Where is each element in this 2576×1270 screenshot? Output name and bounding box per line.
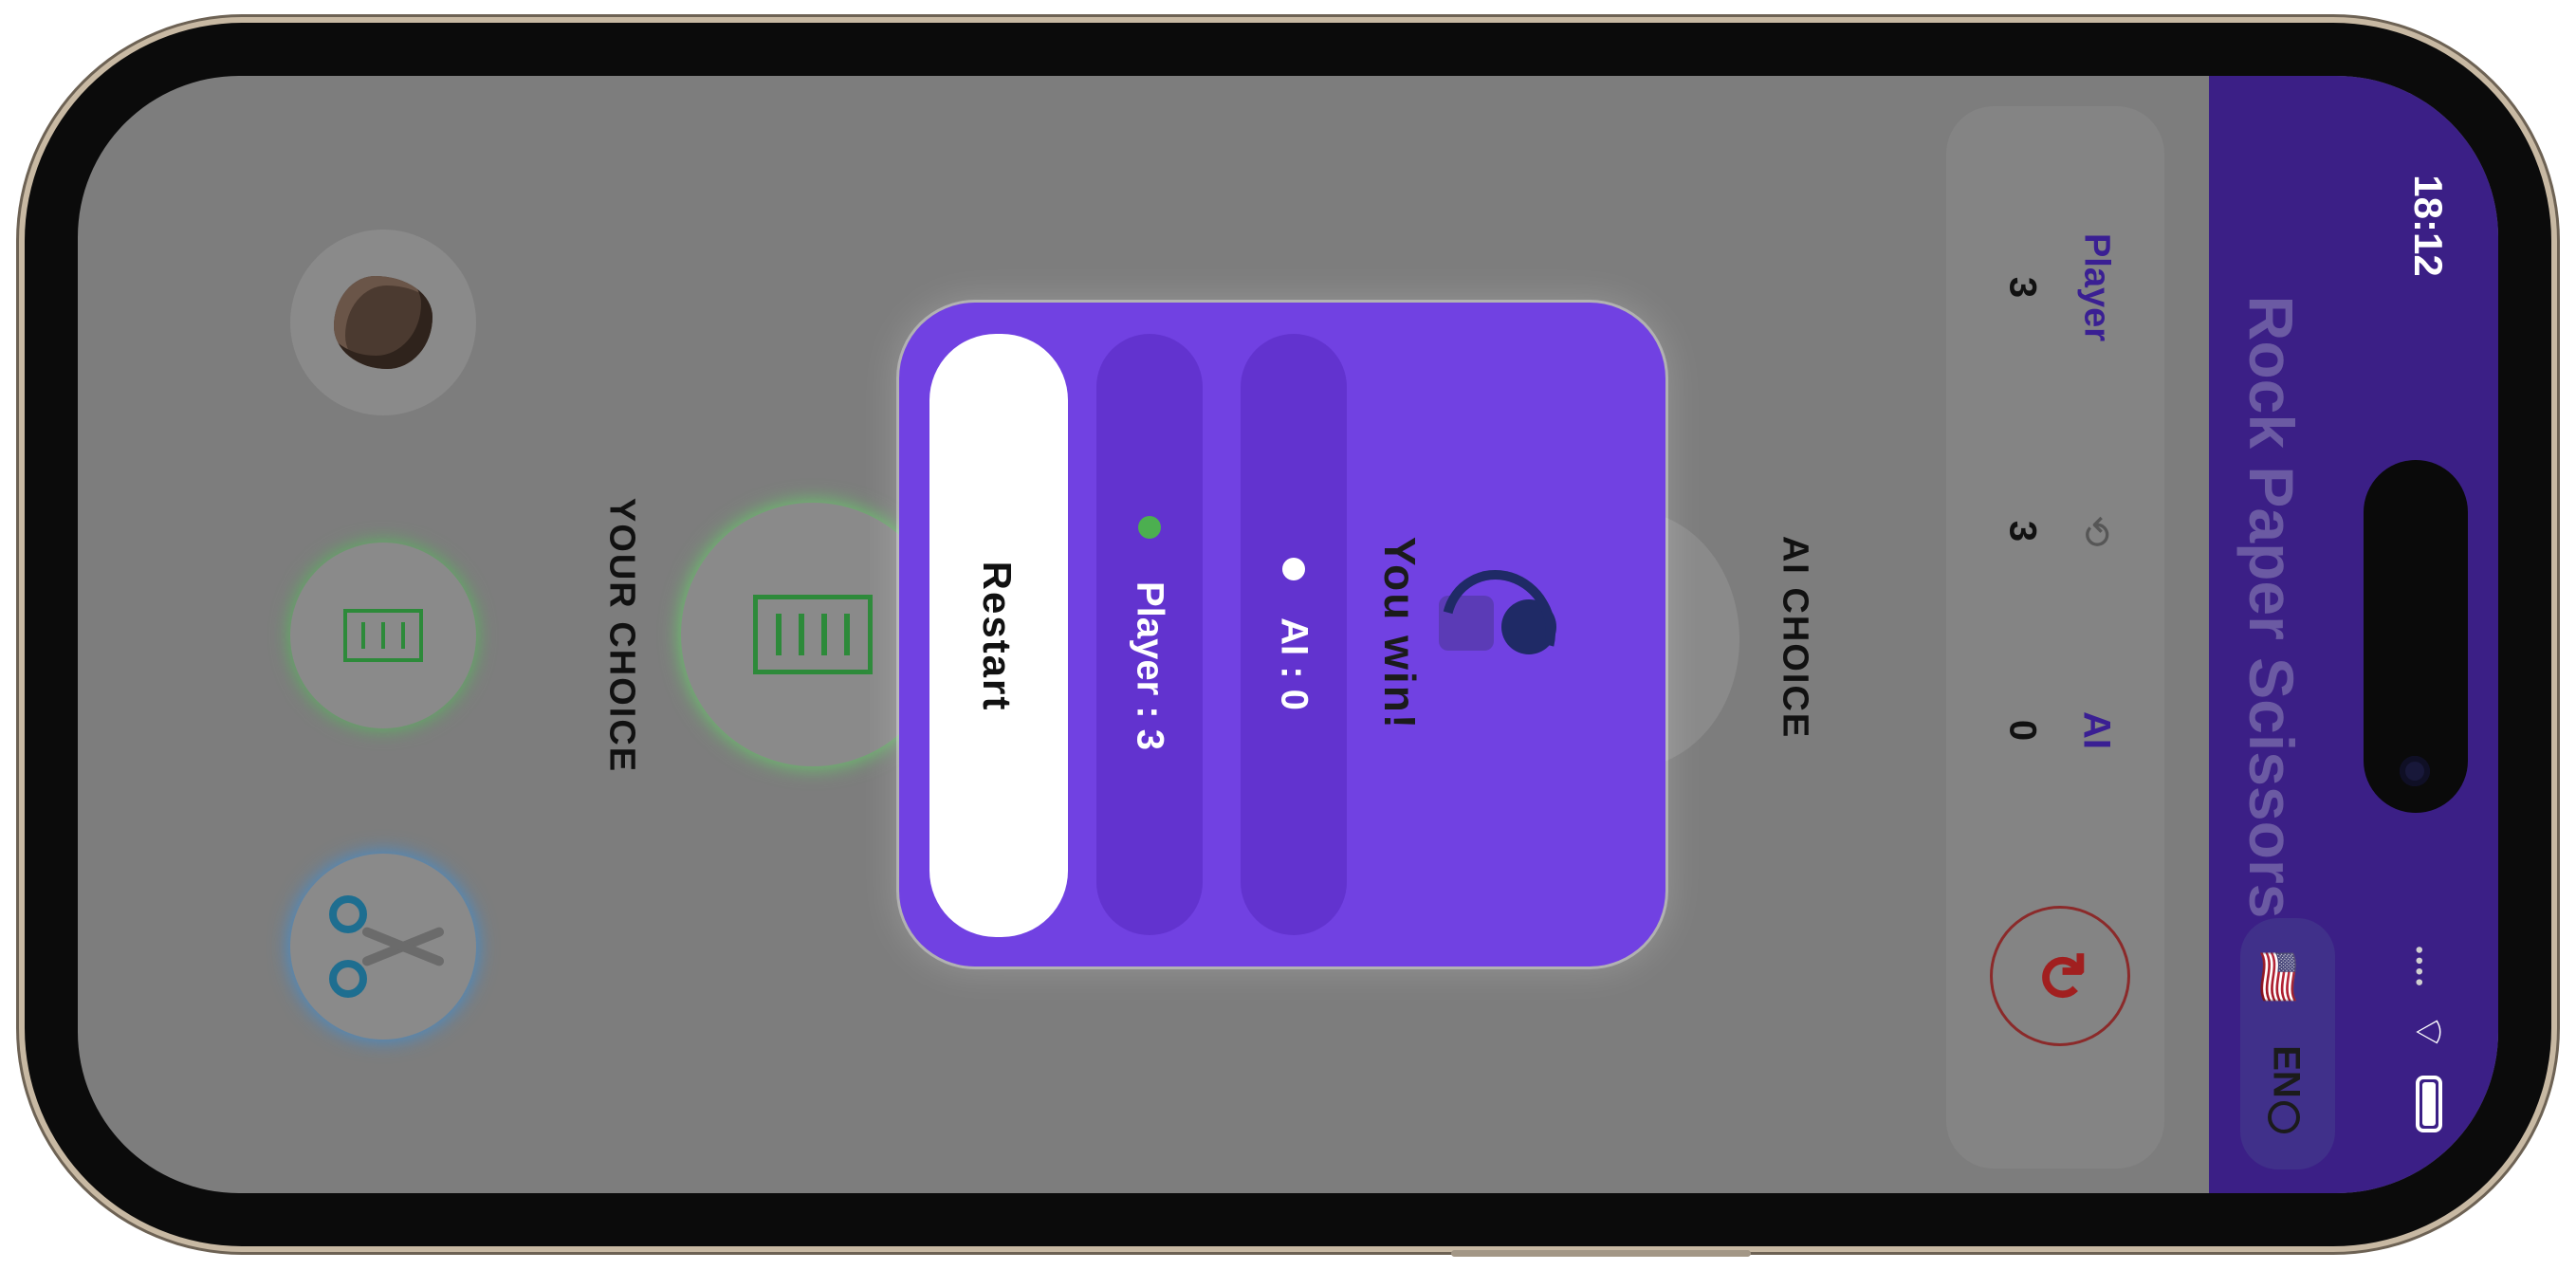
trophy-person-icon	[1420, 548, 1577, 709]
ai-result-text: AI : 0	[1273, 617, 1316, 710]
scissors-button[interactable]	[290, 854, 476, 1040]
result-title: You win!	[1375, 536, 1425, 731]
player-label: Player	[2076, 232, 2117, 342]
refresh-icon: ↻	[2024, 948, 2097, 1003]
front-camera-icon	[2400, 756, 2430, 786]
ai-label: AI	[2075, 711, 2118, 749]
ai-choice-label: AI CHOICE	[1775, 535, 1815, 740]
paper-icon	[343, 609, 423, 662]
ai-score: 0	[2001, 719, 2044, 742]
player-indicator-dot	[1138, 516, 1161, 539]
restart-label: Restart	[975, 561, 1020, 712]
rock-button[interactable]	[290, 230, 476, 415]
app-title: Rock Paper Scissors	[2236, 295, 2307, 919]
us-flag-icon: 🇺🇸	[2254, 950, 2301, 1003]
round-counter-icon: ⟲	[2075, 515, 2117, 547]
language-code: EN	[2265, 1045, 2308, 1098]
signal-dots-icon: ••••	[2406, 946, 2432, 989]
your-choice-label: YOUR CHOICE	[601, 497, 642, 774]
player-result-text: Player : 3	[1129, 581, 1171, 750]
rock-icon	[334, 276, 432, 369]
scissors-icon	[322, 890, 446, 1003]
globe-icon	[2268, 1101, 2300, 1133]
status-time: 18:12	[2406, 175, 2451, 277]
battery-icon	[2416, 1076, 2442, 1132]
home-indicator	[1451, 1250, 1751, 1257]
player-score: 3	[2001, 276, 2044, 299]
wifi-icon: ⌔	[2406, 1013, 2452, 1051]
dynamic-island	[2364, 460, 2468, 813]
round-count: 3	[2001, 520, 2044, 543]
ai-indicator-dot	[1282, 558, 1305, 580]
reset-button[interactable]: ↻	[1990, 906, 2130, 1046]
paper-icon	[753, 595, 873, 674]
paper-button[interactable]	[290, 543, 476, 728]
